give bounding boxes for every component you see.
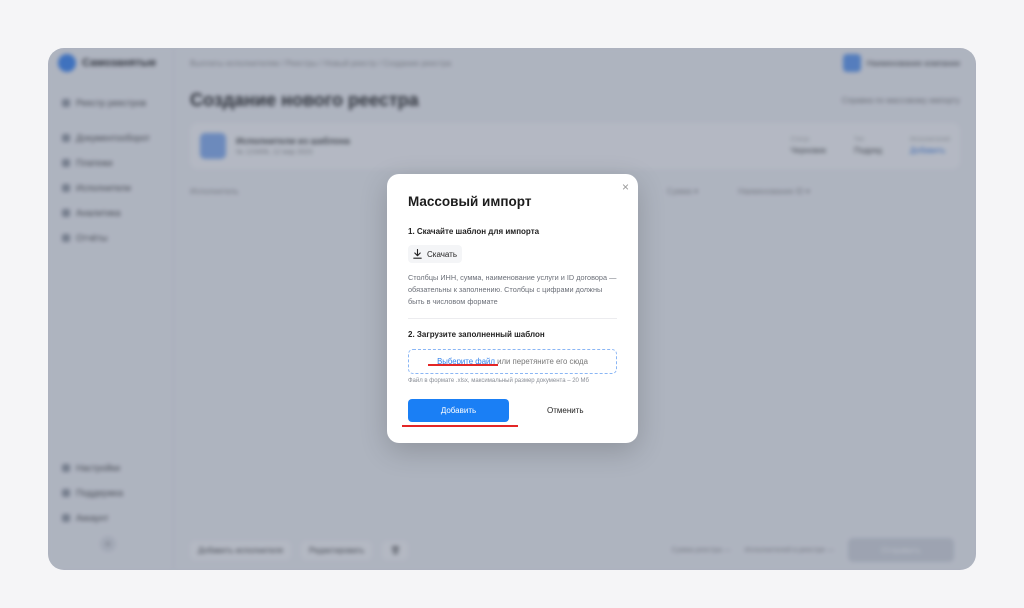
close-icon[interactable]: ×	[622, 181, 629, 193]
add-button[interactable]: Добавить	[408, 399, 509, 422]
step1-title: 1. Скачайте шаблон для импорта	[408, 227, 540, 236]
file-dropzone[interactable]: Выберите файл или перетяните его сюда	[408, 349, 617, 374]
step2-title: 2. Загрузите заполненный шаблон	[408, 330, 545, 339]
download-label: Скачать	[427, 249, 457, 259]
cancel-button[interactable]: Отменить	[547, 406, 584, 415]
file-requirements-note: Файл в формате .xlsx, максимальный разме…	[408, 378, 589, 384]
modal-actions: Добавить Отменить	[408, 399, 617, 422]
annotation-underline-choose-file	[428, 364, 498, 366]
download-icon	[413, 249, 422, 259]
modal-title: Массовый импорт	[408, 194, 532, 209]
template-hint: Столбцы ИНН, сумма, наименование услуги …	[408, 273, 617, 306]
mass-import-modal: × Массовый импорт 1. Скачайте шаблон для…	[387, 174, 638, 443]
download-template-button[interactable]: Скачать	[408, 245, 462, 263]
dropzone-text: или перетяните его сюда	[494, 357, 588, 366]
divider	[408, 318, 617, 319]
annotation-underline-add-button	[402, 425, 518, 427]
